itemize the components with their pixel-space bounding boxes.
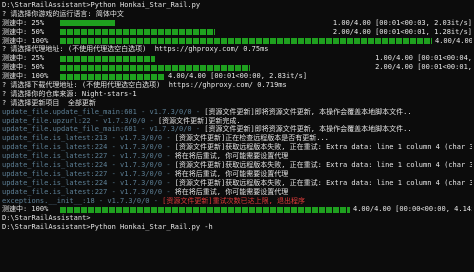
progress-label: 测速中: 100% (2, 36, 49, 45)
log-line: update_file.is_latest:224 - v1.7.3/0/0 -… (2, 161, 472, 170)
log-line-error: exceptions.__init__:18 - v1.7.3/0/0 - [资… (2, 196, 306, 205)
progress-metric: 1.00/4.00 [00:01<00:04, (375, 54, 472, 63)
command-line[interactable]: D:\StarRailAssistant>Python Honkai_Star_… (2, 223, 472, 232)
progress-label: 测速中: 50% (2, 27, 45, 36)
progress-bar (60, 55, 155, 62)
progress-row: 测速中: 100% 4.00/4.00 [00:01<00:00, 2.83it… (2, 72, 472, 81)
prompt-repo-source: ? 请选择你的仓库来源: Night-stars-1 (2, 89, 137, 98)
progress-label: 测速中: 25% (2, 18, 45, 27)
prompt-proxy: ? 请选择代理地址: (不使用代理选空白选项) https://ghproxy.… (2, 45, 269, 54)
progress-metric: 1.00/4.00 [00:01<00:03, 2.03it/s] (332, 18, 472, 27)
progress-metric: 2.00/4.00 [00:01<00:01, 1.28it/s] (332, 27, 472, 36)
progress-row: 测速中: 50% 2.00/4.00 [00:01<00:01, (2, 63, 472, 72)
progress-label: 测速中: 50% (2, 63, 45, 72)
log-line: update_file.is_latest:227 - v1.7.3/0/0 -… (2, 187, 289, 196)
log-line: update_file.update_file_main:601 - v1.7.… (2, 125, 412, 134)
progress-metric: 2.00/4.00 [00:01<00:01, (375, 63, 472, 72)
command-line: D:\StarRailAssistant>Python Honkai_Star_… (2, 1, 201, 9)
progress-bar (60, 206, 350, 213)
progress-bar (60, 20, 115, 27)
progress-metric: 4.00/4.00 [00:01<00:00, 2.83it/s] (435, 36, 472, 45)
progress-metric: 4.00/4.00 [00:00<00:00, 4.14it/s] (353, 205, 472, 214)
log-line: update_file.is_latest:224 - v1.7.3/0/0 -… (2, 178, 472, 187)
progress-row: 测速中: 100% 4.00/4.00 [00:00<00:00, 4.14it… (2, 205, 472, 214)
progress-row: 测速中: 25% 1.00/4.00 [00:01<00:03, 2.03it/… (2, 19, 472, 28)
progress-bar (60, 64, 250, 71)
progress-label: 测速中: 25% (2, 54, 45, 63)
log-line: update_file.is_latest:227 - v1.7.3/0/0 -… (2, 169, 289, 178)
progress-row: 测速中: 50% 2.00/4.00 [00:01<00:01, 1.28it/… (2, 28, 472, 37)
progress-row: 测速中: 100% 4.00/4.00 [00:01<00:00, 2.83it… (2, 37, 472, 46)
prompt-download-proxy: ? 请选择下载代理地址: (不使用代理选空白选项) https://ghprox… (2, 81, 287, 90)
progress-metric: 4.00/4.00 [00:01<00:00, 2.83it/s] (168, 72, 308, 81)
terminal-window[interactable]: D:\StarRailAssistant>Python Honkai_Star_… (0, 0, 474, 272)
progress-bar (60, 38, 432, 44)
prompt-update-item: ? 请选择更新项目 全部更新 (2, 98, 96, 107)
progress-label: 测速中: 100% (2, 72, 49, 81)
shell-prompt: D:\StarRailAssistant> (2, 214, 91, 223)
log-line: update_file.is_latest:224 - v1.7.3/0/0 -… (2, 143, 472, 152)
prompt-language: ? 请选择你游戏的运行语言: 简体中文 (2, 9, 124, 18)
progress-bar (60, 29, 215, 36)
log-line: update_file.is_latest:227 - v1.7.3/0/0 -… (2, 152, 289, 161)
progress-bar (60, 73, 165, 80)
progress-row: 测速中: 25% 1.00/4.00 [00:01<00:04, (2, 54, 472, 63)
progress-label: 测速中: 100% (2, 205, 49, 214)
log-line: update_file.is_latest:213 - v1.7.3/0/0 -… (2, 134, 329, 143)
log-line: update_file.update_file_main:601 - v1.7.… (2, 107, 412, 116)
log-line: update_file.upzurl:22 - v1.7.3/0/0 - [资源… (2, 116, 241, 125)
